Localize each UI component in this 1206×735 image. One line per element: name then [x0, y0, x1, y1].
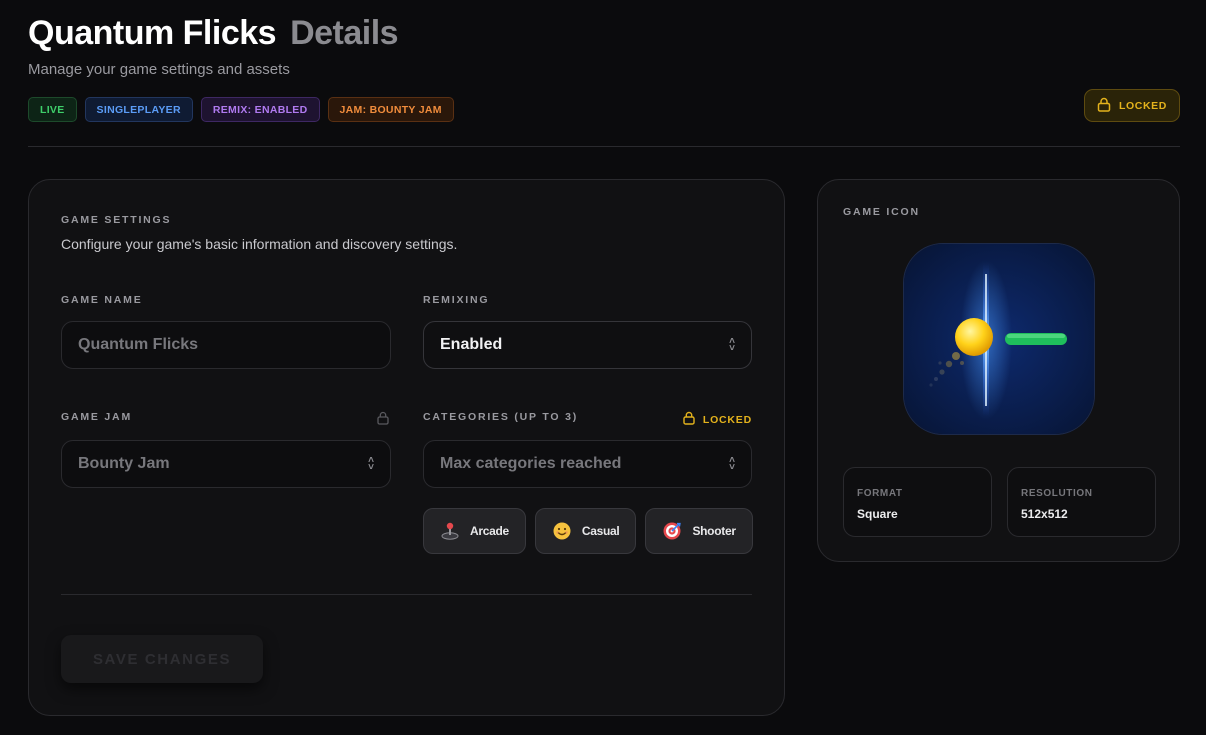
remixing-label: REMIXING: [423, 294, 490, 306]
game-icon-heading: GAME ICON: [843, 206, 920, 218]
joystick-icon: [440, 521, 460, 541]
game-icon-card: GAME ICON FORMAT Square RESOLUTION 512x5…: [817, 179, 1180, 562]
game-name-label: GAME NAME: [61, 294, 143, 306]
categories-value: Max categories reached: [440, 455, 622, 472]
remixing-select[interactable]: Enabled ˄ ˅: [423, 321, 752, 369]
lock-icon: [683, 411, 695, 428]
categories-locked-label: LOCKED: [702, 413, 752, 426]
target-icon: [662, 521, 682, 541]
page-title: Quantum Flicks: [28, 14, 277, 52]
lock-icon: [377, 411, 389, 430]
header-divider: [28, 146, 1180, 147]
chevron-updown-icon: ˄ ˅: [729, 455, 735, 473]
page-subtitle: Manage your game settings and assets: [28, 61, 290, 78]
category-chip-arcade[interactable]: Arcade: [423, 508, 526, 554]
status-tags: LIVE SINGLEPLAYER REMIX: ENABLED JAM: BO…: [28, 97, 454, 122]
category-chip-label: Casual: [581, 524, 620, 538]
category-chip-label: Shooter: [692, 524, 736, 538]
game-jam-select[interactable]: Bounty Jam ˄ ˅: [61, 440, 391, 488]
icon-resolution-box: RESOLUTION 512x512: [1007, 467, 1156, 537]
lock-icon: [1097, 97, 1111, 115]
tag-jam: JAM: BOUNTY JAM: [327, 97, 454, 122]
game-settings-description: Configure your game's basic information …: [61, 236, 458, 252]
game-icon-image[interactable]: [903, 243, 1095, 435]
locked-badge-label: LOCKED: [1119, 99, 1167, 112]
format-label: FORMAT: [857, 488, 903, 499]
categories-locked-indicator: LOCKED: [683, 411, 752, 428]
locked-badge[interactable]: LOCKED: [1084, 89, 1180, 122]
chevron-updown-icon: ˄ ˅: [729, 336, 735, 354]
game-name-input[interactable]: Quantum Flicks: [61, 321, 391, 369]
tag-singleplayer: SINGLEPLAYER: [84, 97, 193, 122]
resolution-value: 512x512: [1021, 507, 1068, 521]
game-jam-value: Bounty Jam: [78, 455, 170, 472]
page-title-suffix: Details: [290, 14, 399, 52]
category-chip-label: Arcade: [470, 524, 509, 538]
icon-format-box: FORMAT Square: [843, 467, 992, 537]
category-chip-casual[interactable]: Casual: [534, 508, 637, 554]
resolution-label: RESOLUTION: [1021, 488, 1093, 499]
page-header: Quantum Flicks Details: [28, 14, 399, 53]
game-jam-label: GAME JAM: [61, 411, 132, 423]
format-value: Square: [857, 507, 898, 521]
chevron-updown-icon: ˄ ˅: [368, 455, 374, 473]
remixing-value: Enabled: [440, 336, 503, 353]
categories-label: CATEGORIES (UP TO 3): [423, 411, 579, 423]
tag-live: LIVE: [28, 97, 77, 122]
category-chip-shooter[interactable]: Shooter: [645, 508, 753, 554]
smiley-icon: [552, 521, 572, 541]
settings-divider: [61, 594, 752, 595]
categories-select[interactable]: Max categories reached ˄ ˅: [423, 440, 752, 488]
save-changes-button[interactable]: SAVE CHANGES: [61, 635, 263, 683]
game-name-value: Quantum Flicks: [78, 336, 199, 353]
game-settings-card: GAME SETTINGS Configure your game's basi…: [28, 179, 785, 716]
category-chips: Arcade Casual Shooter: [423, 508, 753, 554]
tag-remix: REMIX: ENABLED: [200, 97, 320, 122]
game-settings-heading: GAME SETTINGS: [61, 214, 172, 226]
